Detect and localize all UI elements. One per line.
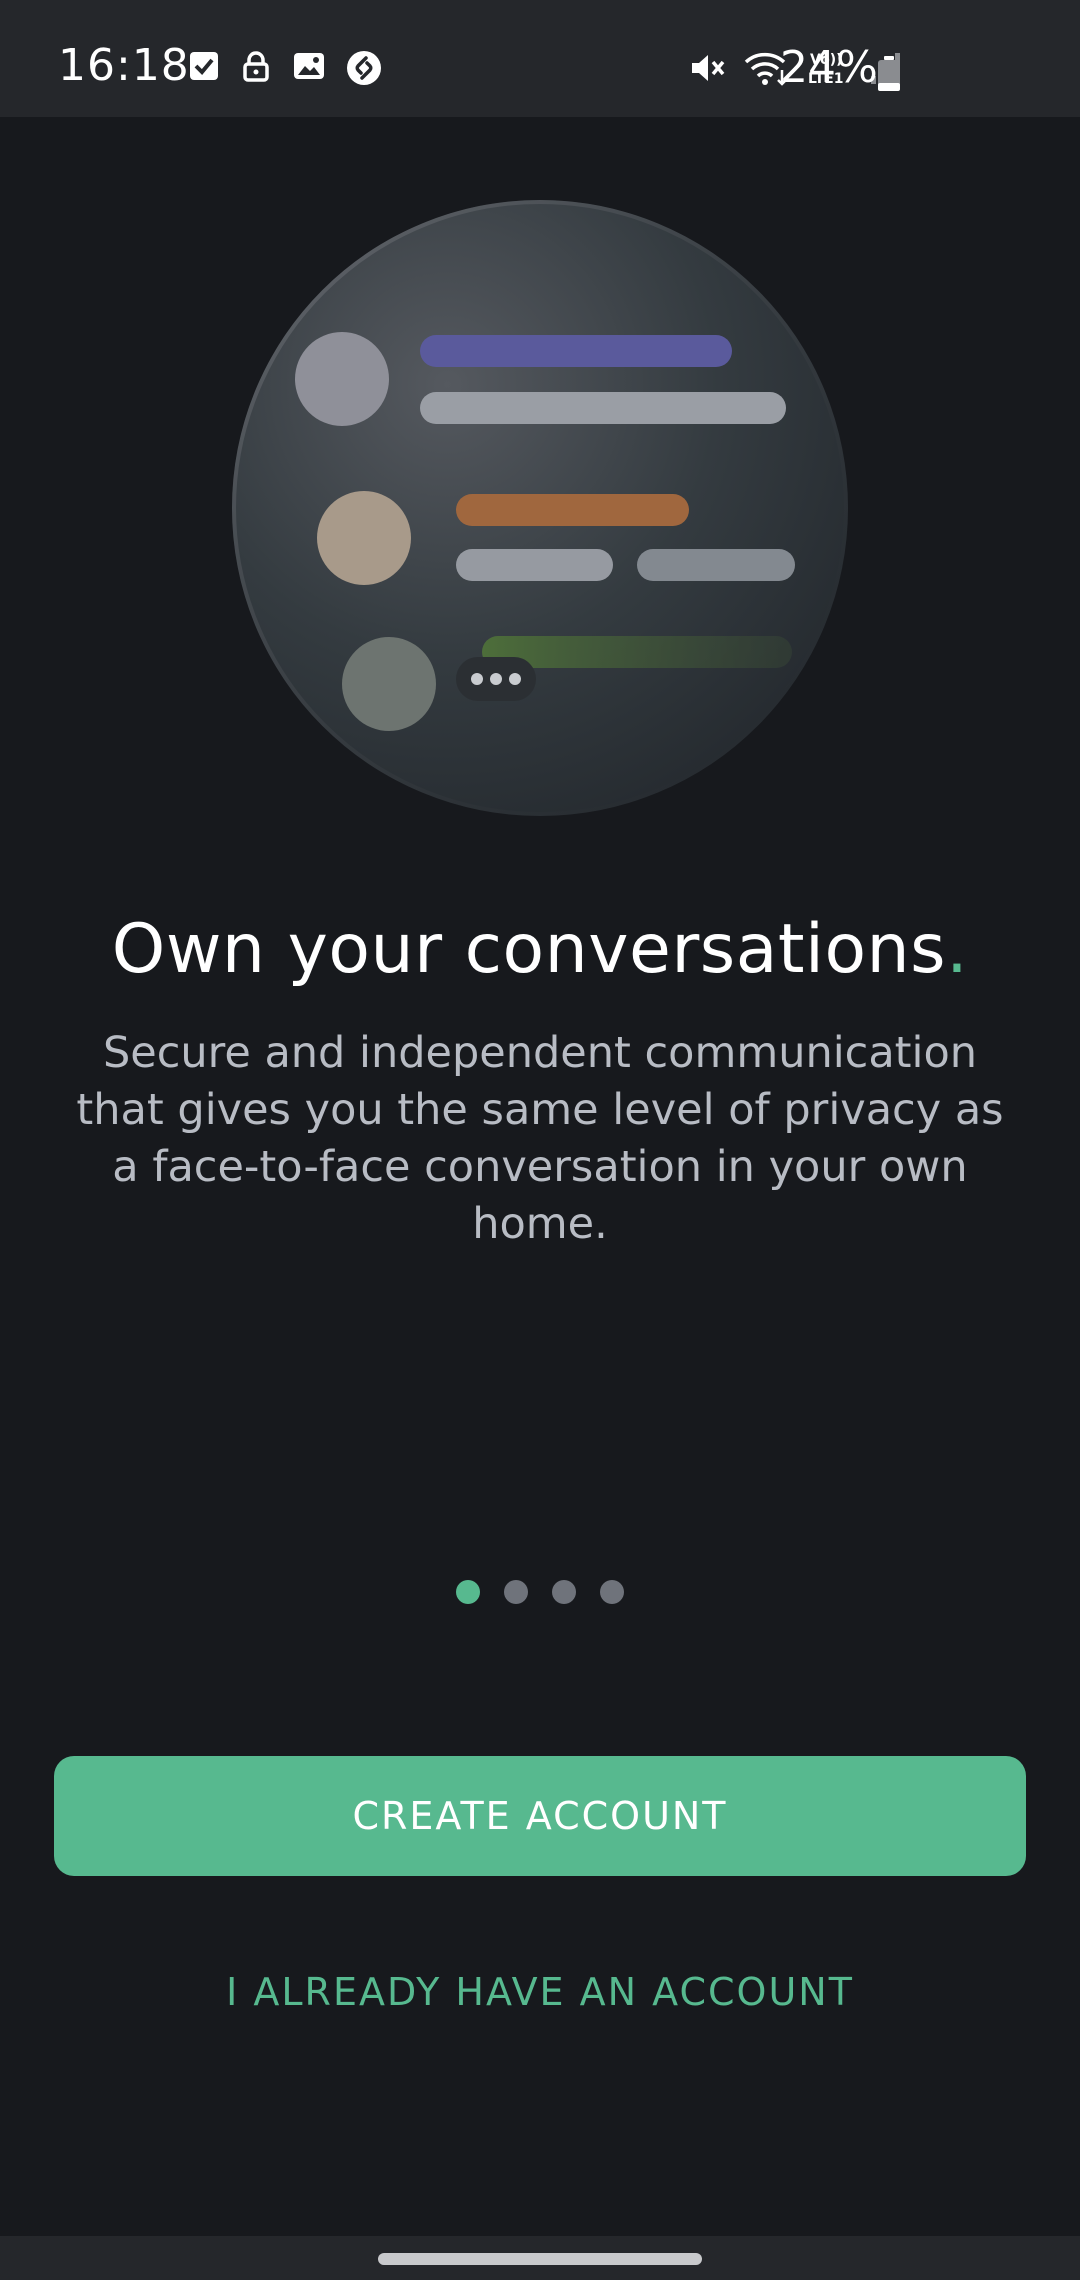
title-text: Own your conversations bbox=[111, 910, 947, 989]
lock-icon bbox=[240, 50, 272, 90]
page-subtitle: Secure and independent communication tha… bbox=[76, 1028, 1004, 1249]
status-notification-icons bbox=[188, 50, 382, 90]
home-gesture-handle[interactable] bbox=[378, 2253, 702, 2265]
battery-percent: 24% bbox=[780, 42, 878, 93]
page-dot-4[interactable] bbox=[600, 1580, 624, 1604]
title-accent-dot: . bbox=[946, 910, 969, 989]
checkbox-icon bbox=[188, 50, 220, 90]
status-bar: 16:18 Vo)) LTE1 24% bbox=[0, 0, 1080, 117]
page-indicator bbox=[0, 1580, 1080, 1604]
already-have-account-link[interactable]: I ALREADY HAVE AN ACCOUNT bbox=[0, 1970, 1080, 2014]
conversation-illustration bbox=[230, 198, 850, 818]
page-title: Own your conversations. bbox=[0, 910, 1080, 989]
page-dot-3[interactable] bbox=[552, 1580, 576, 1604]
shazam-icon bbox=[346, 50, 382, 90]
avatar bbox=[317, 491, 411, 585]
avatar bbox=[295, 332, 389, 426]
image-icon bbox=[292, 50, 326, 90]
mute-icon bbox=[688, 50, 726, 90]
create-account-button[interactable]: CREATE ACCOUNT bbox=[54, 1756, 1026, 1876]
status-time: 16:18 bbox=[58, 40, 190, 91]
page-dot-2[interactable] bbox=[504, 1580, 528, 1604]
page-dot-1[interactable] bbox=[456, 1580, 480, 1604]
battery-icon bbox=[876, 56, 902, 96]
avatar bbox=[342, 637, 436, 731]
navigation-bar bbox=[0, 2236, 1080, 2280]
